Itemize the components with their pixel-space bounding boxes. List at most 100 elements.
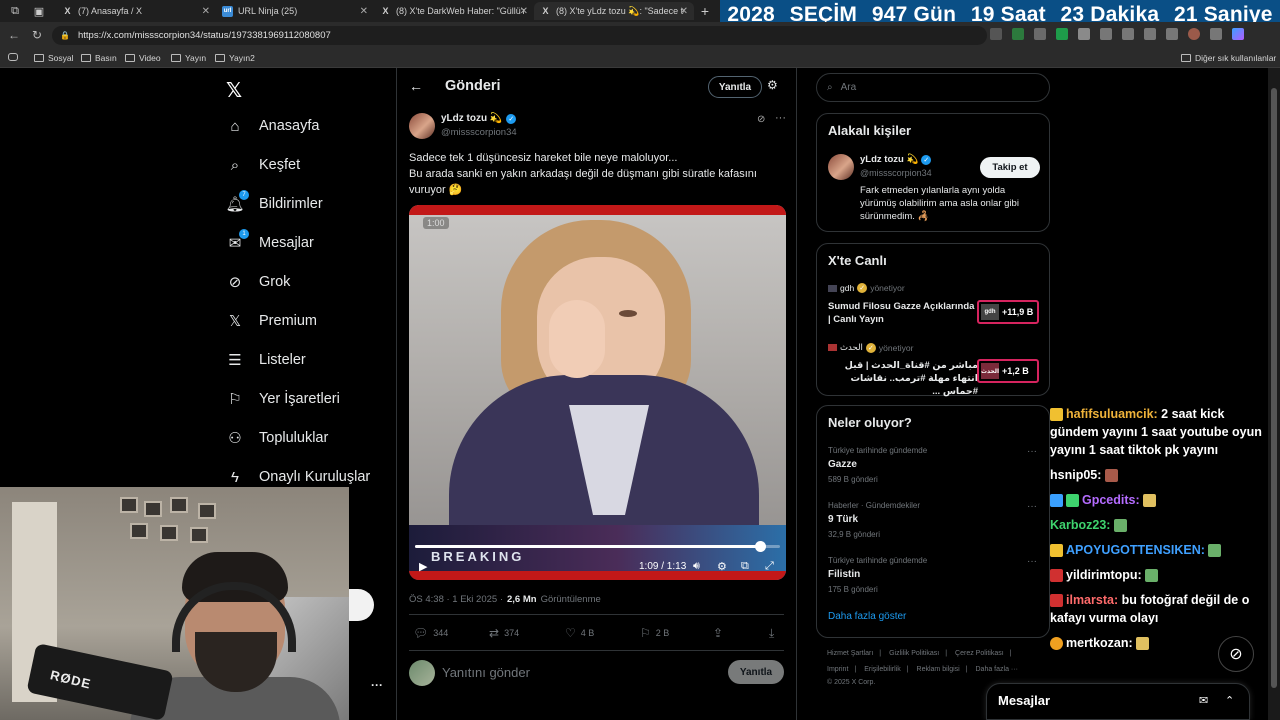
shield-icon[interactable] bbox=[1166, 28, 1178, 40]
nav-item-bookmarks[interactable]: ⚐ Yer İşaretleri bbox=[226, 390, 340, 408]
reply-header-button[interactable]: Yanıtla bbox=[708, 76, 762, 98]
live-host[interactable]: الحدث ✓ yönetiyor bbox=[828, 342, 913, 353]
tab-darkweb-haber[interactable]: X (8) X'te DarkWeb Haber: "Güllü'n ✕ bbox=[374, 2, 534, 20]
live-listener-badge[interactable]: gdh +11,9 B bbox=[977, 300, 1039, 324]
nav-item-verified-orgs[interactable]: ϟ Onaylı Kuruluşlar bbox=[226, 468, 370, 486]
show-more-link[interactable]: Daha fazla göster bbox=[828, 611, 906, 622]
trend-name[interactable]: Filistin bbox=[828, 569, 860, 580]
fullscreen-icon[interactable]: ⤢ bbox=[765, 560, 774, 573]
bookmark-folder-basin[interactable]: Basın bbox=[81, 53, 117, 63]
author-avatar[interactable] bbox=[409, 113, 435, 139]
nav-item-home[interactable]: ⌂ Anasayfa bbox=[226, 117, 319, 135]
scrollbar-thumb[interactable] bbox=[1271, 88, 1277, 688]
back-arrow-icon[interactable]: ← bbox=[409, 78, 423, 94]
volume-icon[interactable]: 🔊︎ bbox=[693, 560, 700, 573]
collections-icon[interactable] bbox=[1144, 28, 1156, 40]
reply-input[interactable]: Yanıtını gönder bbox=[442, 665, 530, 680]
follow-button[interactable]: Takip et bbox=[980, 157, 1040, 178]
bookmark-folder-video[interactable]: Video bbox=[125, 53, 161, 63]
live-stream-title[interactable]: مباشر من #قناة_الحدث | قبل انتهاء مهلة #… bbox=[828, 359, 978, 398]
trend-more-icon[interactable]: ··· bbox=[1027, 501, 1037, 512]
bookmarks-toggle-icon[interactable] bbox=[8, 53, 18, 61]
related-avatar[interactable] bbox=[828, 154, 854, 180]
live-host[interactable]: gdh ✓ yönetiyor bbox=[828, 283, 905, 293]
footer-link[interactable]: Daha fazla ··· bbox=[976, 666, 1018, 673]
new-tab-icon[interactable]: + bbox=[698, 3, 712, 19]
author-handle[interactable]: @missscorpion34 bbox=[441, 127, 517, 138]
bookmark-folder-sosyal[interactable]: Sosyal bbox=[34, 53, 74, 63]
tab-actions-icon[interactable]: ▣ bbox=[32, 4, 46, 18]
new-message-icon[interactable]: ✉ bbox=[1199, 694, 1208, 707]
favorites-icon[interactable] bbox=[1122, 28, 1134, 40]
nav-item-premium[interactable]: 𝕏 Premium bbox=[226, 312, 317, 330]
back-icon[interactable]: ← bbox=[8, 28, 20, 42]
live-listener-badge[interactable]: الحدث +1,2 B bbox=[977, 359, 1039, 383]
repost-action[interactable]: ⇄ 374 bbox=[489, 626, 519, 640]
tab-url-ninja[interactable]: url URL Ninja (25) ✕ bbox=[216, 2, 374, 20]
video-player[interactable]: 1:00 BREAKING ▶ 1:09 / 1:13 🔊︎ ⚙︎ ⧉ ⤢ bbox=[409, 205, 786, 580]
workspaces-icon[interactable]: ⧉ bbox=[8, 4, 22, 18]
more-options-icon[interactable]: ··· bbox=[775, 112, 786, 124]
grok-floating-button[interactable]: ⊘ bbox=[1218, 636, 1254, 672]
trend-more-icon[interactable]: ··· bbox=[1027, 446, 1037, 457]
page-scrollbar[interactable] bbox=[1268, 68, 1280, 720]
footer-link[interactable]: Erişilebilirlik bbox=[864, 666, 901, 673]
reply-submit-button[interactable]: Yanıtla bbox=[728, 660, 784, 684]
url-input[interactable]: 🔒 https://x.com/missscorpion34/status/19… bbox=[52, 26, 987, 45]
messages-drawer[interactable]: Mesajlar ✉ ⌃ bbox=[986, 683, 1250, 720]
footer-link[interactable]: Reklam bilgisi bbox=[917, 666, 960, 673]
video-progress-thumb[interactable] bbox=[754, 541, 766, 552]
x-logo-icon[interactable]: 𝕏 bbox=[226, 78, 242, 103]
expand-up-icon[interactable]: ⌃ bbox=[1225, 694, 1234, 707]
download-action[interactable]: ⤓ bbox=[769, 626, 774, 641]
footer-link[interactable]: Hizmet Şartları bbox=[827, 650, 873, 657]
extension-icon[interactable] bbox=[1078, 28, 1090, 40]
live-stream-title[interactable]: Sumud Filosu Gazze Açıklarında | Canlı Y… bbox=[828, 300, 978, 326]
nav-item-lists[interactable]: ☰ Listeler bbox=[226, 351, 305, 369]
copilot-icon[interactable] bbox=[1232, 28, 1244, 40]
refresh-icon[interactable]: ↻ bbox=[32, 28, 42, 42]
nav-item-explore[interactable]: ⌕ Keşfet bbox=[226, 156, 300, 174]
post-timestamp[interactable]: ÖS 4:38 · 1 Eki 2025 · bbox=[409, 594, 503, 605]
tab-yldz-tozu[interactable]: X (8) X'te yLdz tozu 💫: "Sadece tek ✕ bbox=[534, 2, 694, 20]
extension-icon[interactable] bbox=[1100, 28, 1112, 40]
like-action[interactable]: ♡ 4 B bbox=[565, 626, 594, 640]
bookmark-folder-yayin[interactable]: Yayın bbox=[171, 53, 206, 63]
extension-icon[interactable] bbox=[1056, 28, 1068, 40]
video-progress-bar[interactable] bbox=[415, 541, 780, 552]
trend-name[interactable]: 9 Türk bbox=[828, 514, 858, 525]
extension-icon[interactable] bbox=[990, 28, 1002, 40]
picture-in-picture-icon[interactable]: ⧉ bbox=[741, 560, 749, 573]
related-handle[interactable]: @missscorpion34 bbox=[860, 168, 932, 178]
bookmark-action[interactable]: ⚐ 2 B bbox=[640, 626, 669, 640]
author-name[interactable]: yLdz tozu 💫 ✓ bbox=[441, 113, 517, 124]
nav-item-grok[interactable]: ⊘ Grok bbox=[226, 273, 291, 291]
trend-name[interactable]: Gazze bbox=[828, 459, 857, 470]
reply-action[interactable]: 💬︎ 344 bbox=[413, 626, 448, 640]
share-action[interactable]: ⇪ bbox=[713, 626, 723, 640]
footer-link[interactable]: Imprint bbox=[827, 666, 848, 673]
other-bookmarks[interactable]: Diğer sık kullanılanlar bbox=[1181, 53, 1276, 63]
profile-avatar-icon[interactable] bbox=[1188, 28, 1200, 40]
play-icon[interactable]: ▶ bbox=[419, 560, 427, 573]
nav-item-notifications[interactable]: 🔔︎ 7 Bildirimler bbox=[225, 190, 323, 213]
extension-icon[interactable] bbox=[1012, 28, 1024, 40]
trend-more-icon[interactable]: ··· bbox=[1027, 556, 1037, 567]
settings-icon[interactable]: ⚙︎ bbox=[717, 560, 727, 573]
footer-link[interactable]: Çerez Politikası bbox=[955, 650, 1004, 657]
close-tab-icon[interactable]: ✕ bbox=[360, 6, 368, 17]
search-input[interactable]: ⌕ Ara bbox=[816, 73, 1050, 102]
close-tab-icon[interactable]: ✕ bbox=[680, 6, 688, 17]
nav-item-communities[interactable]: ⚇ Topluluklar bbox=[226, 429, 328, 447]
close-tab-icon[interactable]: ✕ bbox=[202, 6, 210, 17]
bookmark-folder-yayin2[interactable]: Yayın2 bbox=[215, 53, 255, 63]
grok-explain-icon[interactable]: ⊘ bbox=[757, 114, 765, 125]
close-tab-icon[interactable]: ✕ bbox=[520, 6, 528, 17]
sliders-icon[interactable]: ⚙︎ bbox=[767, 78, 778, 92]
nav-item-messages[interactable]: ✉ 1 Mesajlar bbox=[226, 229, 314, 252]
related-name[interactable]: yLdz tozu 💫 ✓ bbox=[860, 154, 932, 165]
more-options-icon[interactable]: ··· bbox=[371, 678, 383, 692]
extension-icon[interactable] bbox=[1034, 28, 1046, 40]
footer-link[interactable]: Gizlilik Politikası bbox=[889, 650, 939, 657]
more-icon[interactable] bbox=[1210, 28, 1222, 40]
